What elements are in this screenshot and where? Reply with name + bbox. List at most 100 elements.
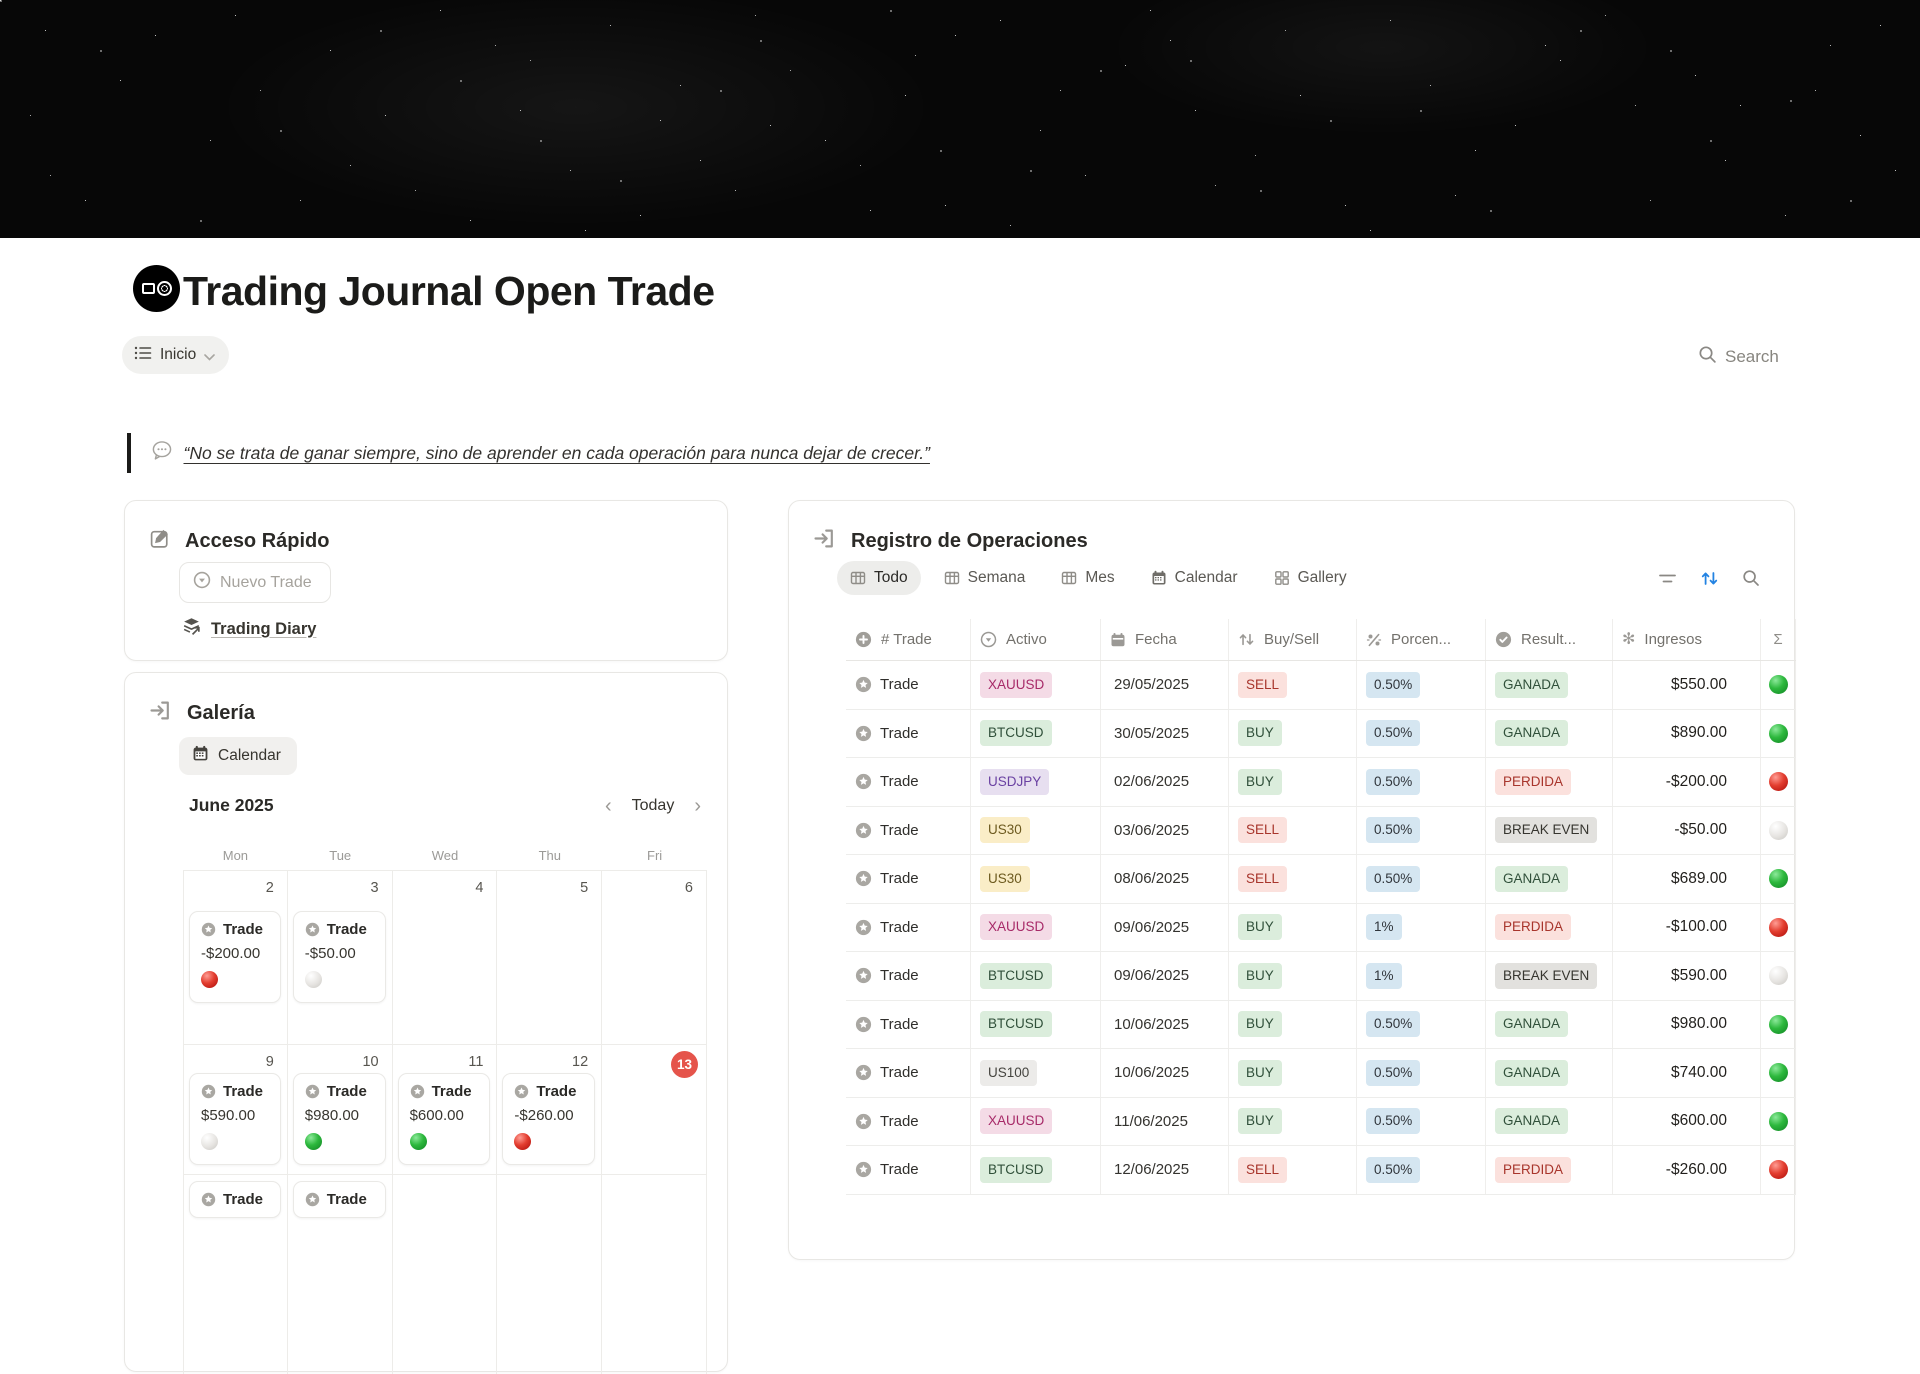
cell-trade[interactable]: Trade	[846, 807, 971, 855]
cell-porcentaje[interactable]: 1%	[1357, 904, 1486, 952]
cell-ingresos[interactable]: $689.00	[1613, 855, 1761, 903]
cell-buysell[interactable]: SELL	[1229, 807, 1357, 855]
calendar-day-cell-2[interactable]: 2Trade-$200.00	[183, 871, 288, 1044]
calendar-day-cell-5[interactable]: 5	[497, 871, 602, 1044]
view-tab-calendar[interactable]: Calendar	[1138, 561, 1251, 595]
calendar-event-card[interactable]: Trade-$260.00	[502, 1073, 595, 1165]
cell-buysell[interactable]: SELL	[1229, 1146, 1357, 1194]
column-header--trade[interactable]: # Trade	[846, 619, 971, 660]
cell-fecha[interactable]: 02/06/2025	[1101, 758, 1229, 806]
table-row[interactable]: TradeBTCUSD10/06/2025BUY0.50%GANADA$980.…	[846, 1001, 1796, 1050]
cell-buysell[interactable]: BUY	[1229, 710, 1357, 758]
calendar-event-card[interactable]: Trade$980.00	[293, 1073, 386, 1165]
view-tab-todo[interactable]: Todo	[837, 561, 921, 595]
cell-buysell[interactable]: BUY	[1229, 758, 1357, 806]
cell-estado[interactable]	[1761, 904, 1796, 952]
cell-buysell[interactable]: BUY	[1229, 1098, 1357, 1146]
view-tab-semana[interactable]: Semana	[931, 561, 1039, 595]
column-header-fecha[interactable]: Fecha	[1101, 619, 1229, 660]
calendar-day-cell-13[interactable]: 13	[602, 1045, 707, 1174]
table-row[interactable]: TradeXAUUSD11/06/2025BUY0.50%GANADA$600.…	[846, 1098, 1796, 1147]
cell-estado[interactable]	[1761, 1001, 1796, 1049]
cell-porcentaje[interactable]: 1%	[1357, 952, 1486, 1000]
cell-fecha[interactable]: 10/06/2025	[1101, 1049, 1229, 1097]
page-title[interactable]: Trading Journal Open Trade	[183, 268, 715, 315]
table-row[interactable]: TradeUSDJPY02/06/2025BUY0.50%PERDIDA-$20…	[846, 758, 1796, 807]
calendar-view-button[interactable]: Calendar	[179, 737, 297, 775]
calendar-event-card[interactable]: Trade$590.00	[189, 1073, 281, 1165]
cell-fecha[interactable]: 30/05/2025	[1101, 710, 1229, 758]
cell-estado[interactable]	[1761, 952, 1796, 1000]
calendar-event-card[interactable]: Trade-$200.00	[189, 911, 281, 1003]
table-row[interactable]: TradeBTCUSD12/06/2025SELL0.50%PERDIDA-$2…	[846, 1146, 1796, 1195]
cell-resultado[interactable]: GANADA	[1486, 1049, 1613, 1097]
cell-resultado[interactable]: PERDIDA	[1486, 758, 1613, 806]
column-header--[interactable]: Σ	[1761, 619, 1796, 660]
cell-porcentaje[interactable]: 0.50%	[1357, 1098, 1486, 1146]
today-button[interactable]: Today	[632, 797, 675, 815]
table-row[interactable]: TradeBTCUSD30/05/2025BUY0.50%GANADA$890.…	[846, 710, 1796, 759]
cell-buysell[interactable]: SELL	[1229, 855, 1357, 903]
cell-buysell[interactable]: BUY	[1229, 1001, 1357, 1049]
cell-porcentaje[interactable]: 0.50%	[1357, 710, 1486, 758]
table-row[interactable]: TradeBTCUSD09/06/2025BUY1%BREAK EVEN$590…	[846, 952, 1796, 1001]
calendar-day-cell[interactable]	[393, 1175, 498, 1374]
cell-fecha[interactable]: 10/06/2025	[1101, 1001, 1229, 1049]
search-button[interactable]: Search	[1698, 345, 1779, 369]
cell-activo[interactable]: XAUUSD	[971, 1098, 1101, 1146]
cell-activo[interactable]: BTCUSD	[971, 1001, 1101, 1049]
calendar-day-cell-3[interactable]: 3Trade-$50.00	[288, 871, 393, 1044]
cell-resultado[interactable]: BREAK EVEN	[1486, 952, 1613, 1000]
table-row[interactable]: TradeXAUUSD09/06/2025BUY1%PERDIDA-$100.0…	[846, 904, 1796, 953]
cell-fecha[interactable]: 09/06/2025	[1101, 952, 1229, 1000]
view-tab-mes[interactable]: Mes	[1048, 561, 1127, 595]
filter-icon[interactable]	[1658, 571, 1677, 586]
column-header-ingresos[interactable]: ✻Ingresos	[1613, 619, 1761, 660]
cell-buysell[interactable]: BUY	[1229, 1049, 1357, 1097]
cell-ingresos[interactable]: $890.00	[1613, 710, 1761, 758]
calendar-event-card[interactable]: Trade	[293, 1181, 386, 1218]
nuevo-trade-button[interactable]: Nuevo Trade	[179, 562, 331, 603]
cell-fecha[interactable]: 12/06/2025	[1101, 1146, 1229, 1194]
table-row[interactable]: TradeUS10010/06/2025BUY0.50%GANADA$740.0…	[846, 1049, 1796, 1098]
cell-buysell[interactable]: BUY	[1229, 952, 1357, 1000]
cell-ingresos[interactable]: $550.00	[1613, 661, 1761, 709]
cell-trade[interactable]: Trade	[846, 952, 971, 1000]
cell-activo[interactable]: BTCUSD	[971, 952, 1101, 1000]
cell-buysell[interactable]: SELL	[1229, 661, 1357, 709]
calendar-day-cell[interactable]	[602, 1175, 707, 1374]
calendar-day-cell-11[interactable]: 11Trade$600.00	[393, 1045, 498, 1174]
cell-ingresos[interactable]: -$200.00	[1613, 758, 1761, 806]
cell-ingresos[interactable]: $590.00	[1613, 952, 1761, 1000]
cell-porcentaje[interactable]: 0.50%	[1357, 1146, 1486, 1194]
cell-trade[interactable]: Trade	[846, 1001, 971, 1049]
calendar-day-cell[interactable]: Trade	[288, 1175, 393, 1374]
cell-ingresos[interactable]: -$50.00	[1613, 807, 1761, 855]
cell-trade[interactable]: Trade	[846, 855, 971, 903]
table-row[interactable]: TradeUS3003/06/2025SELL0.50%BREAK EVEN-$…	[846, 807, 1796, 856]
cell-resultado[interactable]: GANADA	[1486, 661, 1613, 709]
next-month-chevron[interactable]: ›	[694, 796, 701, 816]
calendar-day-cell[interactable]: Trade	[183, 1175, 288, 1374]
cell-ingresos[interactable]: $600.00	[1613, 1098, 1761, 1146]
cell-estado[interactable]	[1761, 1098, 1796, 1146]
cell-resultado[interactable]: GANADA	[1486, 855, 1613, 903]
cell-estado[interactable]	[1761, 855, 1796, 903]
cell-estado[interactable]	[1761, 758, 1796, 806]
cell-trade[interactable]: Trade	[846, 710, 971, 758]
cell-fecha[interactable]: 03/06/2025	[1101, 807, 1229, 855]
cell-resultado[interactable]: GANADA	[1486, 1098, 1613, 1146]
cell-estado[interactable]	[1761, 807, 1796, 855]
calendar-day-cell-6[interactable]: 6	[602, 871, 707, 1044]
page-icon[interactable]	[133, 265, 180, 312]
cell-ingresos[interactable]: $980.00	[1613, 1001, 1761, 1049]
cell-resultado[interactable]: GANADA	[1486, 710, 1613, 758]
cell-trade[interactable]: Trade	[846, 904, 971, 952]
cell-fecha[interactable]: 29/05/2025	[1101, 661, 1229, 709]
cell-activo[interactable]: BTCUSD	[971, 710, 1101, 758]
cell-ingresos[interactable]: -$260.00	[1613, 1146, 1761, 1194]
cell-resultado[interactable]: GANADA	[1486, 1001, 1613, 1049]
column-header-porcen-[interactable]: Porcen...	[1357, 619, 1486, 660]
cell-porcentaje[interactable]: 0.50%	[1357, 1001, 1486, 1049]
cell-trade[interactable]: Trade	[846, 1049, 971, 1097]
